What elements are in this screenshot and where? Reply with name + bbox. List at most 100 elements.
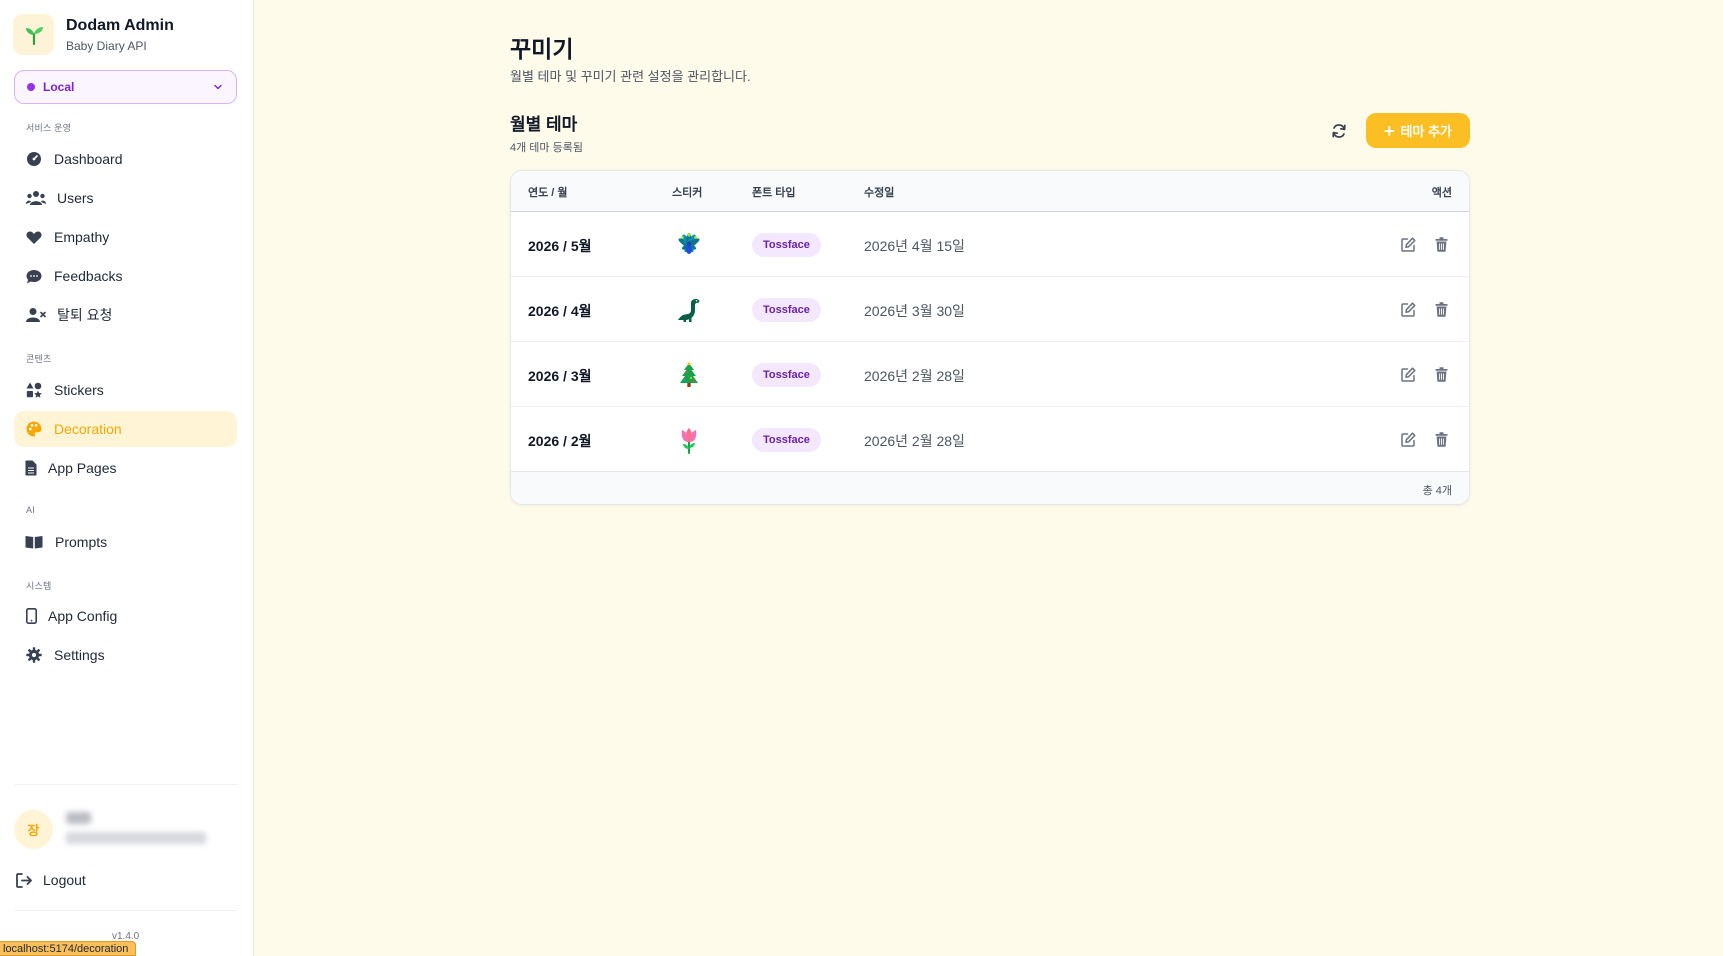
col-header-font[interactable]: 폰트 타입 <box>752 184 796 200</box>
col-header-date[interactable]: 연도 / 월 <box>528 184 568 200</box>
avatar[interactable]: 장 <box>14 810 53 849</box>
sidebar-item-withdrawal[interactable]: 탈퇴 요청 <box>14 297 237 333</box>
comment-icon <box>25 267 43 285</box>
col-header-updated[interactable]: 수정일 <box>864 184 894 200</box>
row-updated: 2026년 4월 15일 <box>864 238 965 254</box>
sidebar-item-prompts[interactable]: Prompts <box>14 524 237 560</box>
sidebar-item-label: Dashboard <box>54 151 123 167</box>
table-header: 연도 / 월 스티커 폰트 타입 수정일 액션 <box>511 171 1469 212</box>
col-header-actions: 액션 <box>1431 187 1452 199</box>
row-date: 2026 / 5월 <box>528 238 592 254</box>
user-remove-icon <box>25 306 46 324</box>
edit-button[interactable] <box>1399 235 1417 253</box>
sidebar-item-label: App Pages <box>48 460 117 476</box>
edit-button[interactable] <box>1399 365 1417 383</box>
sidebar-item-label: Prompts <box>55 534 108 550</box>
add-theme-label: 테마 추가 <box>1400 124 1452 139</box>
sidebar-item-label: App Config <box>48 608 118 624</box>
add-theme-button[interactable]: + 테마 추가 <box>1366 113 1470 148</box>
sidebar-item-label: Decoration <box>54 421 122 437</box>
logout-label: Logout <box>43 872 86 888</box>
sidebar-item-empathy[interactable]: Empathy <box>14 219 237 255</box>
sidebar-divider <box>14 784 237 785</box>
sidebar-item-label: 탈퇴 요청 <box>57 307 113 323</box>
row-date: 2026 / 2월 <box>528 433 592 449</box>
row-date: 2026 / 3월 <box>528 368 592 384</box>
user-email-redacted <box>66 832 206 844</box>
sidebar: Dodam Admin Baby Diary API Local 서비스 운영 … <box>0 0 254 956</box>
trash-icon <box>1435 431 1447 447</box>
heart-icon <box>25 228 43 246</box>
users-icon <box>25 189 46 207</box>
row-updated: 2026년 2월 28일 <box>864 433 965 449</box>
font-type-badge: Tossface <box>752 428 821 452</box>
delete-button[interactable] <box>1432 235 1450 253</box>
gauge-icon <box>25 150 43 168</box>
page-description: 월별 테마 및 꾸미기 관련 설정을 관리합니다. <box>510 69 751 84</box>
refresh-icon <box>1332 124 1346 138</box>
table-row: 2026 / 3월 Tossface 2026년 2월 28일 <box>511 342 1469 407</box>
mobile-icon <box>25 607 37 625</box>
table-row: 2026 / 5월 Tossface 2026년 4월 15일 <box>511 212 1469 277</box>
row-updated: 2026년 3월 30일 <box>864 303 965 319</box>
font-type-badge: Tossface <box>752 363 821 387</box>
sidebar-item-dashboard[interactable]: Dashboard <box>14 141 237 177</box>
gear-icon <box>25 646 43 664</box>
app-subtitle: Baby Diary API <box>66 39 147 53</box>
sidebar-item-label: Stickers <box>54 382 104 398</box>
themes-table: 연도 / 월 스티커 폰트 타입 수정일 액션 2026 / 5월 Tossfa… <box>510 170 1470 505</box>
edit-button[interactable] <box>1399 430 1417 448</box>
dinosaur-icon <box>674 295 704 325</box>
edit-icon <box>1400 366 1416 382</box>
row-date: 2026 / 4월 <box>528 303 592 319</box>
total-count: 총 4개 <box>1422 485 1452 497</box>
sidebar-item-label: Empathy <box>54 229 110 245</box>
page-title: 꾸미기 <box>510 36 574 62</box>
environment-value: Local <box>43 80 75 94</box>
env-status-dot <box>27 83 35 91</box>
refresh-button[interactable] <box>1326 118 1352 144</box>
user-name-redacted <box>66 812 91 824</box>
sidebar-divider <box>14 910 237 911</box>
brand[interactable]: Dodam Admin Baby Diary API <box>13 14 174 55</box>
col-header-sticker[interactable]: 스티커 <box>672 184 702 200</box>
logout-button[interactable]: Logout <box>16 872 86 888</box>
christmas-tree-icon <box>674 360 704 390</box>
palette-icon <box>25 420 43 438</box>
sidebar-item-users[interactable]: Users <box>14 180 237 216</box>
trash-icon <box>1435 366 1447 382</box>
delete-button[interactable] <box>1432 365 1450 383</box>
delete-button[interactable] <box>1432 430 1450 448</box>
sidebar-item-stickers[interactable]: Stickers <box>14 372 237 408</box>
sidebar-item-label: Feedbacks <box>54 268 123 284</box>
edit-icon <box>1400 301 1416 317</box>
edit-icon <box>1400 431 1416 447</box>
sidebar-item-feedbacks[interactable]: Feedbacks <box>14 258 237 294</box>
sidebar-item-settings[interactable]: Settings <box>14 637 237 673</box>
edit-button[interactable] <box>1399 300 1417 318</box>
table-footer: 총 4개 <box>511 471 1469 504</box>
sprout-logo-icon <box>13 14 54 55</box>
sidebar-item-app-pages[interactable]: App Pages <box>14 450 237 486</box>
status-bar-url: localhost:5174/decoration <box>0 941 137 956</box>
section-label-system: 시스템 <box>26 581 52 591</box>
sidebar-item-decoration[interactable]: Decoration <box>14 411 237 447</box>
book-open-icon <box>25 533 43 551</box>
font-type-badge: Tossface <box>752 298 821 322</box>
table-row: 2026 / 4월 Tossface 2026년 3월 30일 <box>511 277 1469 342</box>
font-type-badge: Tossface <box>752 233 821 257</box>
sidebar-item-label: Settings <box>54 647 105 663</box>
peacock-icon <box>674 230 704 260</box>
plus-icon: + <box>1384 120 1395 141</box>
delete-button[interactable] <box>1432 300 1450 318</box>
environment-select[interactable]: Local <box>14 70 237 104</box>
sign-out-icon <box>16 872 32 888</box>
section-label-ai: AI <box>26 505 35 515</box>
section-label-content: 콘텐츠 <box>26 354 52 364</box>
section-label-service: 서비스 운영 <box>26 123 72 133</box>
tulip-icon <box>674 425 704 455</box>
sidebar-item-app-config[interactable]: App Config <box>14 598 237 634</box>
themes-count: 4개 테마 등록됨 <box>510 142 583 154</box>
chevron-down-icon <box>214 84 222 90</box>
row-updated: 2026년 2월 28일 <box>864 368 965 384</box>
